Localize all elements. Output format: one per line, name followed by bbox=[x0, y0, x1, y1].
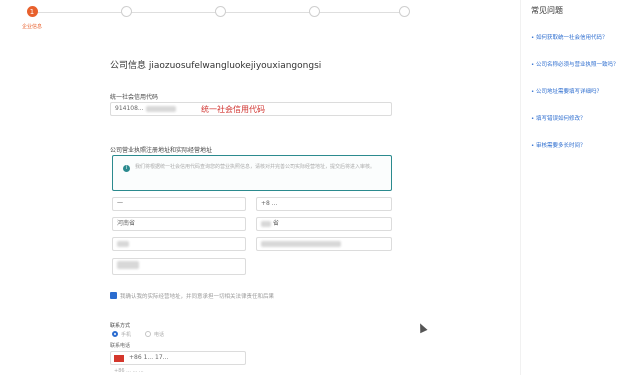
address-label: 公司营业执照注册地址和实际经营地址 bbox=[110, 147, 213, 154]
step-dot bbox=[120, 6, 132, 17]
phone-code-input[interactable]: +8 ... bbox=[256, 197, 392, 211]
extra-address-input[interactable] bbox=[112, 258, 246, 275]
faq-title: 常见问题 bbox=[531, 6, 563, 15]
step-5[interactable] bbox=[374, 6, 434, 23]
credit-code-value: 914108... bbox=[115, 105, 144, 112]
phone-input[interactable]: +86 1... 17... bbox=[110, 351, 246, 365]
step-dot bbox=[214, 6, 226, 17]
step-dot bbox=[308, 6, 320, 17]
radio-mobile[interactable] bbox=[112, 331, 118, 337]
step-dot bbox=[398, 6, 410, 17]
info-notice: i 我们将根据统一社会信用代码查询您的营业执照信息，请核对并完善公司实际经营地址… bbox=[112, 155, 392, 191]
company-info-title: 公司信息 jiaozuosufelwangluokejiyouxiangongs… bbox=[110, 61, 322, 71]
step-3[interactable] bbox=[190, 6, 250, 23]
registration-form: 1 企业信息 公司信息 jiaozuosufelwangluokejiyouxi… bbox=[0, 0, 520, 375]
contact-label: 联系方式 bbox=[110, 323, 131, 329]
footer-text: +86 ... ... ... bbox=[114, 368, 144, 374]
province-select[interactable]: 一 bbox=[112, 197, 246, 211]
step-4[interactable] bbox=[284, 6, 344, 23]
credit-code-annotation: 统一社会信用代码 bbox=[201, 105, 265, 114]
mouse-cursor-icon bbox=[416, 321, 428, 334]
faq-item[interactable]: • 公司名称必须与营业执照一致吗？ bbox=[531, 60, 619, 68]
faq-item[interactable]: • 填写错误如何修改？ bbox=[531, 114, 586, 122]
notice-text: 我们将根据统一社会信用代码查询您的营业执照信息，请核对并完善公司实际经营地址，提… bbox=[135, 164, 376, 170]
city-select[interactable]: 河南省 bbox=[112, 217, 246, 231]
step-label: 企业信息 bbox=[21, 24, 42, 30]
radio-mobile-label: 手机 bbox=[121, 332, 132, 338]
step-2[interactable] bbox=[96, 6, 156, 23]
credit-code-label: 统一社会信用代码 bbox=[110, 94, 159, 101]
faq-item[interactable]: • 审核需要多长时间？ bbox=[531, 141, 586, 149]
detail-address-input[interactable] bbox=[256, 237, 392, 251]
faq-item[interactable]: • 如何获取统一社会信用代码？ bbox=[531, 33, 608, 41]
agreement-checkbox[interactable] bbox=[110, 292, 117, 299]
step-1[interactable]: 1 企业信息 bbox=[2, 6, 62, 30]
radio-phone-label: 电话 bbox=[154, 332, 165, 338]
step-dot: 1 bbox=[26, 6, 38, 17]
district-select[interactable]: 省 bbox=[256, 217, 392, 231]
china-flag-icon bbox=[114, 355, 124, 362]
street-input[interactable] bbox=[112, 237, 246, 251]
agreement-text: 我确认我的实际经营地址，并同意承担一切相关法律责任和后果 bbox=[120, 294, 275, 300]
faq-item[interactable]: • 公司地址需要填写详细吗？ bbox=[531, 87, 602, 95]
phone-label: 联系电话 bbox=[110, 343, 131, 349]
faq-sidebar: 常见问题 • 如何获取统一社会信用代码？ • 公司名称必须与营业执照一致吗？ •… bbox=[520, 0, 640, 375]
progress-stepper: 1 企业信息 bbox=[10, 6, 420, 34]
radio-phone[interactable] bbox=[145, 331, 151, 337]
info-icon: i bbox=[123, 165, 130, 172]
